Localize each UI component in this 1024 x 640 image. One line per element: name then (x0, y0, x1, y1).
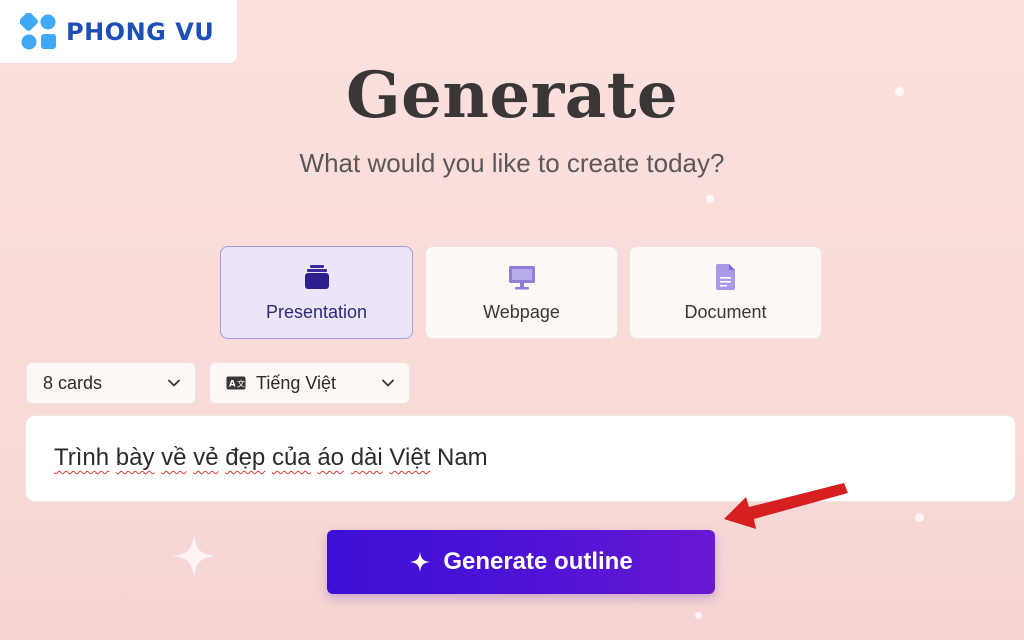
logo-icon (20, 12, 56, 49)
prompt-word: Nam (437, 444, 488, 471)
page-title: Generate (345, 58, 679, 133)
prompt-word: áo (317, 444, 345, 471)
prompt-word: của (271, 444, 311, 471)
presentation-icon (304, 265, 329, 289)
chevron-down-icon (168, 379, 180, 387)
cards-count-dropdown[interactable]: 8 cards (26, 362, 196, 404)
prompt-word: đẹp (225, 444, 266, 471)
language-selection: A 文 Tiếng Việt (226, 373, 336, 394)
type-card-label: Presentation (265, 302, 368, 322)
sparkle-icon (172, 534, 216, 578)
sparkle-dot (706, 195, 714, 203)
type-card-presentation[interactable]: Presentation (220, 246, 413, 339)
sparkle-dot (695, 612, 702, 619)
prompt-word: dài (350, 444, 383, 471)
svg-text:A: A (229, 380, 236, 390)
page-subtitle: What would you like to create today? (299, 148, 725, 178)
prompt-word: về (161, 444, 187, 471)
logo-text: PHONG VU (66, 17, 215, 46)
red-arrow-icon (724, 483, 848, 529)
prompt-input[interactable]: Trình bày về vẻ đẹp của áo dài Việt Nam (25, 415, 1016, 502)
prompt-word: Trình (54, 444, 110, 471)
generate-outline-label: Generate outline (443, 548, 633, 575)
sparkle-dot (915, 513, 924, 522)
prompt-word: bày (115, 444, 155, 471)
language-icon: A 文 (226, 376, 246, 390)
sparkle-icon (410, 552, 431, 572)
logo: PHONG VU (0, 0, 237, 63)
generate-outline-button[interactable]: Generate outline (327, 530, 715, 594)
prompt-word: Việt (389, 444, 431, 471)
cards-count-value: 8 cards (43, 372, 103, 393)
chevron-down-icon (382, 379, 394, 387)
type-card-label: Document (684, 302, 767, 322)
type-card-label: Webpage (483, 302, 560, 322)
prompt-word: vẻ (193, 444, 219, 471)
svg-text:文: 文 (237, 379, 245, 389)
type-card-webpage[interactable]: Webpage (425, 246, 618, 339)
language-value: Tiếng Việt (256, 372, 337, 393)
document-icon (715, 264, 735, 290)
type-card-document[interactable]: Document (629, 246, 822, 339)
language-dropdown[interactable]: A 文 Tiếng Việt (209, 362, 410, 404)
monitor-icon (508, 266, 535, 290)
